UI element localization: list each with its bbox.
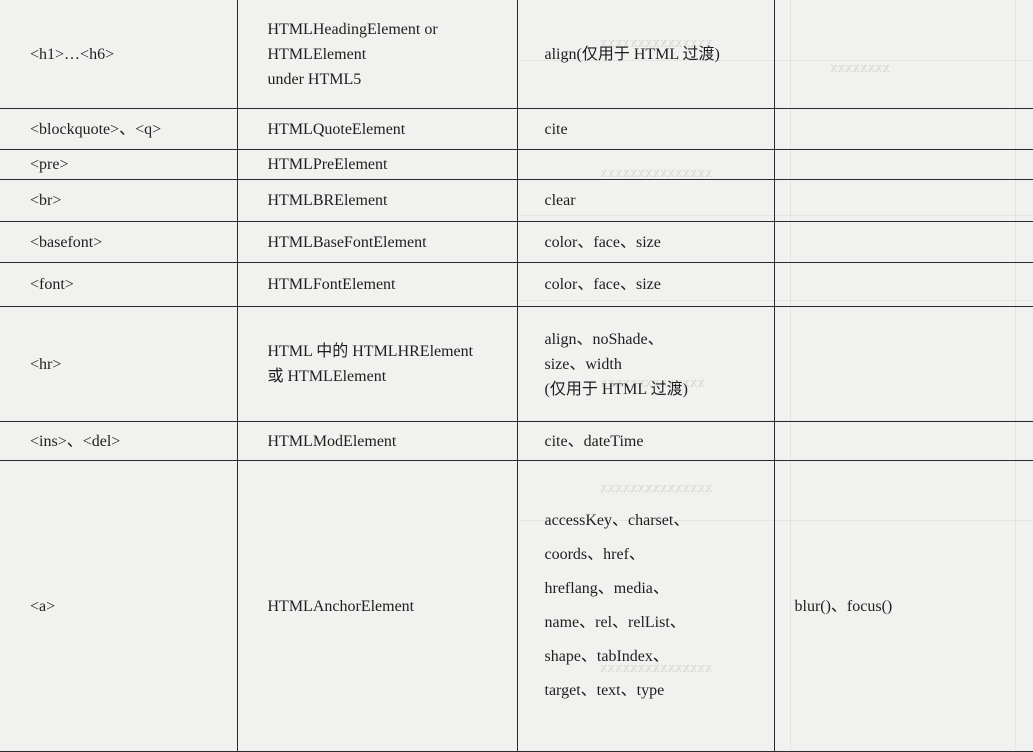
interface-cell: HTMLAnchorElement [237, 461, 517, 752]
cell-text-line: cite [545, 117, 774, 142]
table-row: <font> HTMLFontElement color、face、size [0, 263, 1033, 307]
cell-text-line: HTMLElement [268, 42, 517, 67]
cell-text-line: <a> [30, 594, 237, 619]
cell-text-line: <basefont> [30, 230, 237, 255]
table-row: <a> HTMLAnchorElement accessKey、charset、… [0, 461, 1033, 752]
interface-cell: HTMLModElement [237, 422, 517, 461]
cell-text-line: HTMLAnchorElement [268, 594, 517, 619]
table-row: <blockquote>、<q> HTMLQuoteElement cite [0, 109, 1033, 150]
properties-cell: accessKey、charset、coords、href、hreflang、m… [517, 461, 774, 752]
properties-cell: cite [517, 109, 774, 150]
html-element-properties-table: <h1>…<h6> HTMLHeadingElement orHTMLEleme… [0, 0, 1033, 752]
cell-text-line: align(仅用于 HTML 过渡) [545, 42, 774, 67]
cell-text-line: <font> [30, 272, 237, 297]
element-tag-cell: <br> [0, 180, 237, 222]
methods-cell [774, 109, 1033, 150]
interface-cell: HTMLHeadingElement orHTMLElementunder HT… [237, 0, 517, 109]
table-row: <pre> HTMLPreElement [0, 150, 1033, 180]
element-tag-cell: <ins>、<del> [0, 422, 237, 461]
table-row: <h1>…<h6> HTMLHeadingElement orHTMLEleme… [0, 0, 1033, 109]
element-tag-cell: <h1>…<h6> [0, 0, 237, 109]
cell-text-line: color、face、size [545, 230, 774, 255]
cell-text-line: <pre> [30, 152, 237, 177]
cell-text-line: 或 HTMLElement [268, 364, 517, 389]
methods-cell [774, 222, 1033, 263]
table-row: <ins>、<del> HTMLModElement cite、dateTime [0, 422, 1033, 461]
interface-cell: HTMLQuoteElement [237, 109, 517, 150]
interface-cell: HTML 中的 HTMLHRElement或 HTMLElement [237, 307, 517, 422]
cell-text-line: HTMLBRElement [268, 188, 517, 213]
cell-text-line: accessKey、charset、 [545, 504, 774, 538]
table-row: <hr> HTML 中的 HTMLHRElement或 HTMLElement … [0, 307, 1033, 422]
interface-cell: HTMLFontElement [237, 263, 517, 307]
table-row: <br> HTMLBRElement clear [0, 180, 1033, 222]
properties-cell: cite、dateTime [517, 422, 774, 461]
cell-text-line: cite、dateTime [545, 429, 774, 454]
interface-cell: HTMLBRElement [237, 180, 517, 222]
cell-text-line: <br> [30, 188, 237, 213]
properties-cell: clear [517, 180, 774, 222]
cell-text-line: HTMLBaseFontElement [268, 230, 517, 255]
methods-cell [774, 307, 1033, 422]
cell-text-line: <ins>、<del> [30, 429, 237, 454]
properties-cell: align(仅用于 HTML 过渡) [517, 0, 774, 109]
cell-text-line: HTMLModElement [268, 429, 517, 454]
cell-text-line: <h1>…<h6> [30, 42, 237, 67]
cell-text-line: shape、tabIndex、 [545, 640, 774, 674]
properties-cell: align、noShade、size、width(仅用于 HTML 过渡) [517, 307, 774, 422]
cell-text-line: HTMLPreElement [268, 152, 517, 177]
cell-text-line: HTMLFontElement [268, 272, 517, 297]
cell-text-line: hreflang、media、 [545, 572, 774, 606]
methods-cell [774, 0, 1033, 109]
table-row: <basefont> HTMLBaseFontElement color、fac… [0, 222, 1033, 263]
element-tag-cell: <a> [0, 461, 237, 752]
element-tag-cell: <font> [0, 263, 237, 307]
cell-text-line: HTMLHeadingElement or [268, 17, 517, 42]
element-tag-cell: <hr> [0, 307, 237, 422]
cell-text-line: target、text、type [545, 674, 774, 708]
methods-cell [774, 150, 1033, 180]
cell-text-line: clear [545, 188, 774, 213]
cell-text-line: HTMLQuoteElement [268, 117, 517, 142]
element-tag-cell: <basefont> [0, 222, 237, 263]
cell-text-line: (仅用于 HTML 过渡) [545, 377, 774, 402]
properties-cell: color、face、size [517, 263, 774, 307]
methods-cell [774, 180, 1033, 222]
cell-text-line: name、rel、relList、 [545, 606, 774, 640]
table-body: <h1>…<h6> HTMLHeadingElement orHTMLEleme… [0, 0, 1033, 752]
cell-text-line: coords、href、 [545, 538, 774, 572]
cell-text-line: color、face、size [545, 272, 774, 297]
cell-text-line: HTML 中的 HTMLHRElement [268, 339, 517, 364]
cell-text-line: size、width [545, 352, 774, 377]
cell-text-line: <hr> [30, 352, 237, 377]
cell-text-line: align、noShade、 [545, 327, 774, 352]
interface-cell: HTMLBaseFontElement [237, 222, 517, 263]
interface-cell: HTMLPreElement [237, 150, 517, 180]
cell-text-line: <blockquote>、<q> [30, 117, 237, 142]
methods-cell: blur()、focus() [774, 461, 1033, 752]
element-tag-cell: <pre> [0, 150, 237, 180]
cell-text-line: under HTML5 [268, 67, 517, 92]
properties-cell [517, 150, 774, 180]
methods-cell [774, 263, 1033, 307]
cell-text-line: blur()、focus() [795, 594, 1033, 619]
properties-cell: color、face、size [517, 222, 774, 263]
methods-cell [774, 422, 1033, 461]
element-tag-cell: <blockquote>、<q> [0, 109, 237, 150]
